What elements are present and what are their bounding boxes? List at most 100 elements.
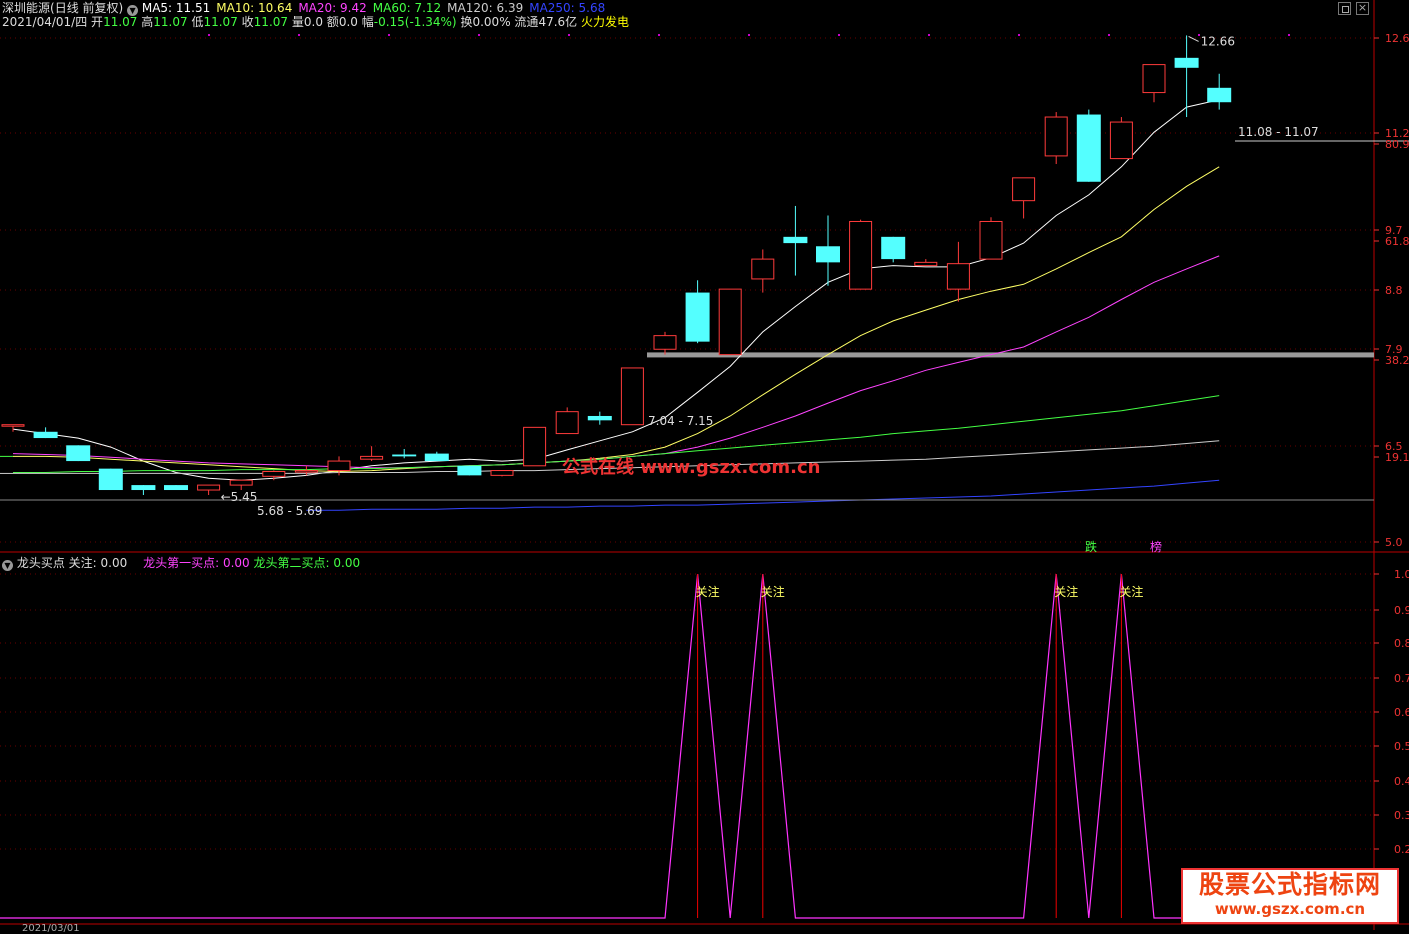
candle-body [881,236,906,260]
restore-icon[interactable] [1338,2,1351,15]
volume-label: 量 [291,15,304,29]
candle-body [1012,177,1036,202]
candle-body [1076,114,1101,182]
close-value: 11.07 [253,15,289,29]
guanzhu-value: 0.00 [100,556,128,570]
high-price-label: 12.66 [1201,34,1235,48]
second-buy-value: 0.00 [333,556,361,570]
price-axis-label: 5.0 [1385,536,1403,549]
second-buy-label: 龙头第二买点: [253,556,330,570]
low-value: 11.07 [203,15,238,29]
candle-body [555,411,579,435]
close-icon[interactable]: × [1356,1,1369,15]
price-axis-label: 61.8 [1385,235,1409,248]
period-marker [1288,34,1290,36]
period-marker [478,34,480,36]
ma-legend-item: MA120: 6.39 [447,1,524,15]
close-label: 收 [241,15,254,29]
site-logo: 股票公式指标网 www.gszx.com.cn [1181,868,1399,924]
main-header: 深圳能源(日线 前复权) ▼ MA5: 11.51 MA10: 10.64 MA20… [2,1,611,16]
candle-body [1174,57,1199,68]
candle-body [294,470,318,473]
indicator-axis-label: 0.8 [1394,637,1409,650]
ma-legend-item: MA250: 5.68 [529,1,606,15]
candle-body [523,426,547,467]
amount-value: 0.0 [338,15,358,29]
price-axis-label: 19.1 [1385,451,1409,464]
ma-line-ma10 [13,166,1220,473]
open-value: 11.07 [103,15,138,29]
period-marker [928,34,930,36]
open-label: 开 [91,15,104,29]
period-marker [658,34,660,36]
period-marker [1018,34,1020,36]
indicator-axis-label: 1.0 [1394,568,1409,581]
candle-body [1142,64,1166,94]
candle-body [751,258,775,280]
indicator-axis-label: 0.6 [1394,706,1409,719]
period-marker [748,34,750,36]
indicator-header: ▼ 龙头买点 关注: 0.00 龙头第一买点: 0.00 龙头第二买点: 0.0… [2,556,360,571]
ma-line-ma250 [306,479,1220,511]
support-band [647,352,1374,358]
turnover-value: 0.00% [472,15,511,29]
candle-body [197,484,221,491]
watermark: 公式在线 www.gszx.com.cn [562,457,821,478]
candle-body [360,455,384,460]
candle-body [229,479,253,486]
price-axis-label: 8.8 [1385,284,1403,297]
candle-body [164,485,188,491]
candle-body [262,471,286,477]
guanzhu-label: 关注: [68,556,97,570]
first-buy-label: 龙头第一买点: [143,556,220,570]
concept-tag[interactable]: 火力发电 [581,15,629,29]
candle-body [587,415,612,421]
stock-name: 深圳能源 [2,1,51,15]
first-buy-value: 0.00 [222,556,250,570]
quote-info: 2021/04/01/四 开11.07 高11.07 低11.07 收11.07… [2,15,629,29]
indicator-axis-label: 0.4 [1394,775,1409,788]
candle-body [1,424,25,427]
indicator-name[interactable]: 龙头买点 [17,556,65,570]
badge-bang[interactable]: 榜 [1150,538,1162,555]
ma-legend-item: MA20: 9.42 [298,1,367,15]
candle-body [33,431,58,439]
candle-body [98,468,123,491]
candle-body [816,246,840,263]
amount-label: 额 [326,15,339,29]
indicator-axis-label: 0.2 [1394,843,1409,856]
high-label: 高 [141,15,154,29]
price-axis-label: 80.9 [1385,138,1409,151]
candle-body [685,292,710,342]
candle-body [457,465,482,476]
change-value: -0.15(-1.34%) [373,15,457,29]
float-label: 流通 [514,15,539,29]
ma-legend-item: MA5: 11.51 [141,1,211,15]
candle-body [914,261,938,267]
candle-body [392,454,417,457]
chart-mode[interactable]: (日线 前复权) [50,1,123,15]
price-axis-label: 12.6 [1385,32,1409,45]
candle-body [653,335,677,350]
ma-legend-item: MA60: 7.12 [372,1,442,15]
indicator-dropdown-icon[interactable]: ▼ [2,560,13,571]
badge-die[interactable]: 跌 [1085,538,1097,555]
bottom-date: 2021/03/01 [22,923,80,934]
candle-body [327,460,351,472]
signal-label: 关注 [1054,584,1078,599]
turnover-label: 换 [460,15,473,29]
indicator-axis-label: 0.9 [1394,604,1409,617]
low-price-label: ←5.45 [221,490,258,504]
high-pointer [1188,35,1199,42]
period-marker [838,34,840,36]
indicator-line [0,573,1374,919]
candle-body [424,453,449,462]
candle-body [131,485,156,491]
candle-body [66,445,91,462]
high-value: 11.07 [153,15,188,29]
period-marker [208,34,210,36]
candle-body [1044,116,1068,157]
float-value: 47.6亿 [538,15,578,29]
candle-body [783,236,808,244]
signal-label: 关注 [1119,584,1143,599]
